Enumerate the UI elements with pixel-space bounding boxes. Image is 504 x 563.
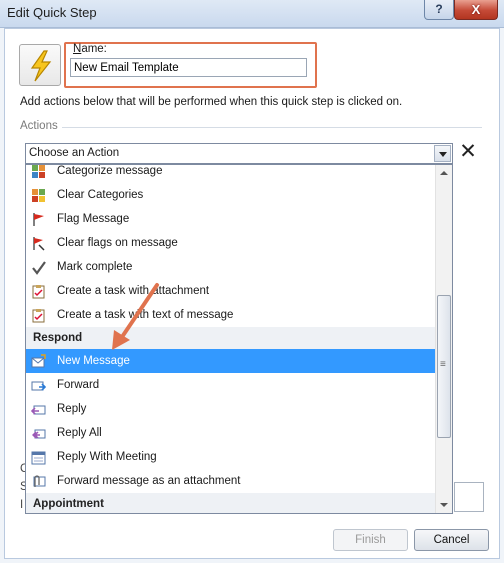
- finish-button[interactable]: Finish: [333, 529, 408, 551]
- annotation-arrow: [112, 283, 159, 350]
- cancel-button[interactable]: Cancel: [414, 529, 489, 551]
